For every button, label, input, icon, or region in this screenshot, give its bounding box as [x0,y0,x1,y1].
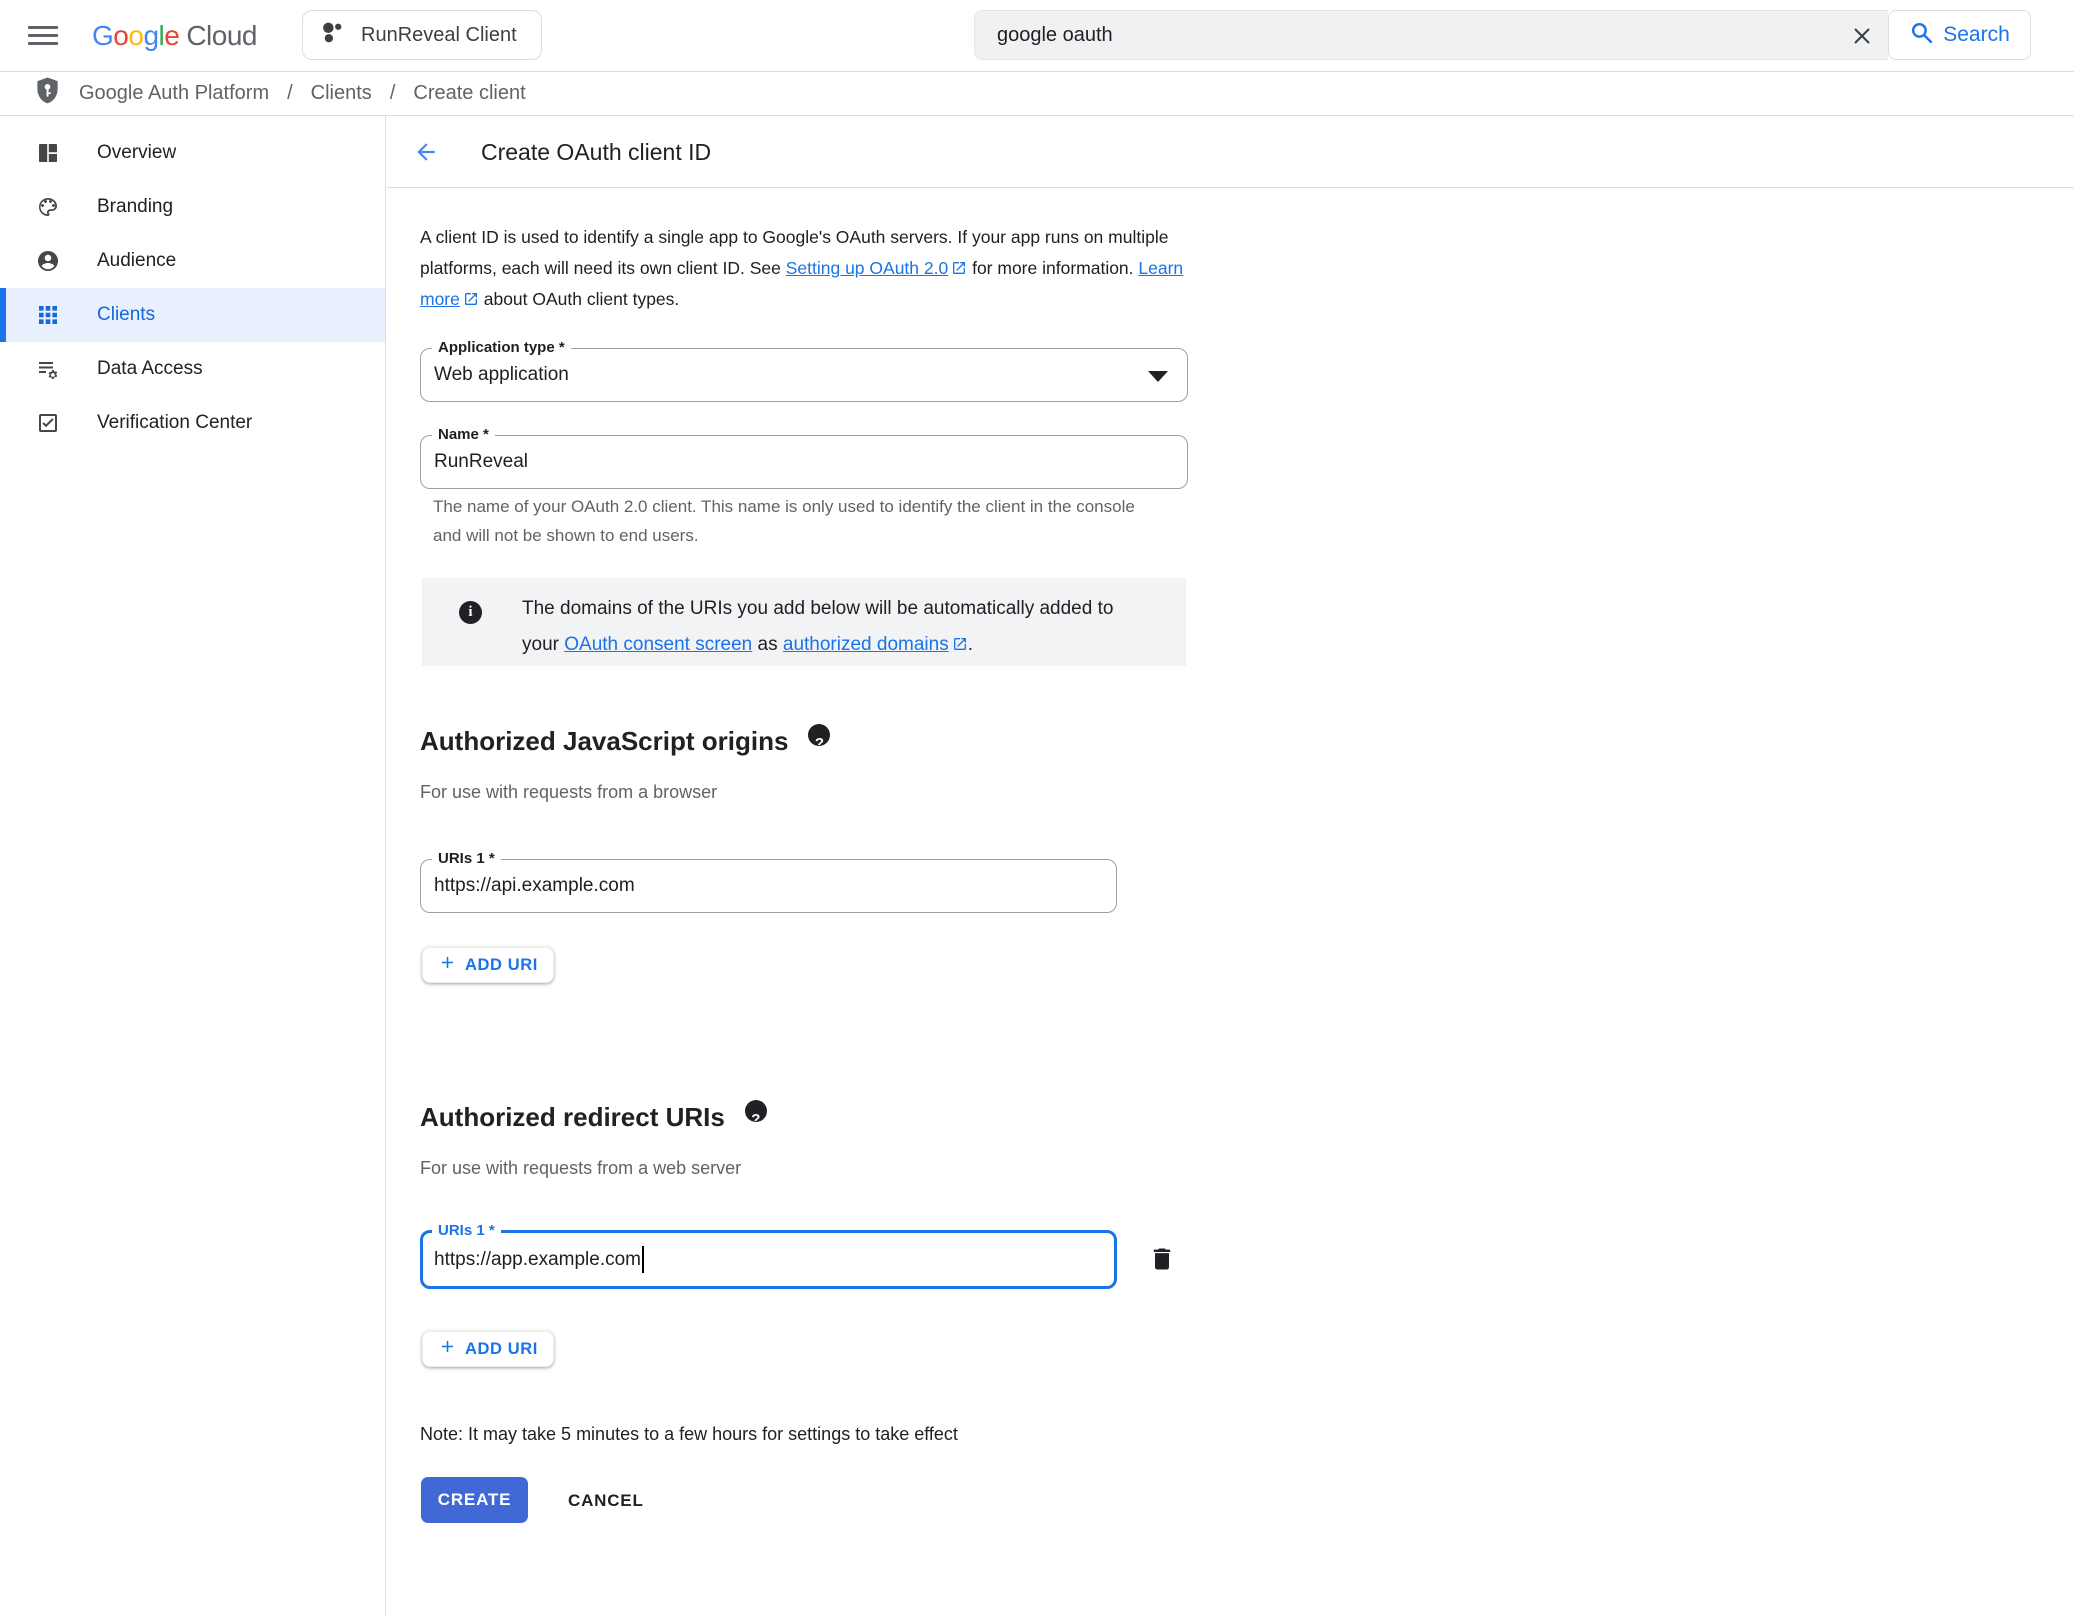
create-button[interactable]: CREATE [421,1477,528,1523]
breadcrumb-separator: / [390,82,396,105]
external-link-icon [951,255,967,271]
application-type-value: Web application [434,349,1147,401]
oauth-consent-screen-link[interactable]: OAuth consent screen [564,634,752,655]
auth-platform-shield-icon [34,76,61,111]
js-origins-heading: Authorized JavaScript origins [420,724,830,757]
sidebar-item-verification-center[interactable]: Verification Center [0,396,385,450]
dashboard-icon [36,141,60,165]
js-origins-uri-field: URIs 1 * [420,859,1117,913]
page-header: Create OAuth client ID [387,116,2074,188]
js-origins-uri-input[interactable] [421,860,1116,912]
logo-letter: G [92,20,113,51]
help-icon[interactable] [745,1100,767,1122]
logo-letter: o [128,20,143,51]
search-input[interactable] [975,11,1888,59]
search-button-label: Search [1943,23,2010,47]
hamburger-menu-icon[interactable] [28,26,58,46]
apps-grid-icon [36,303,60,327]
info-banner: The domains of the URIs you add below wi… [422,578,1186,666]
project-icon [320,20,345,50]
top-bar: GoogleCloud RunReveal Client Search [0,0,2074,72]
list-settings-icon [36,357,60,381]
intro-text: for more information. [967,258,1138,278]
sidebar-item-label: Overview [97,142,176,164]
sidebar-item-clients[interactable]: Clients [0,288,385,342]
breadcrumb-separator: / [287,82,293,105]
logo-cloud-text: Cloud [186,20,257,51]
info-text: as [752,634,783,655]
redirect-uri-field-focused[interactable]: URIs 1 * https://app.example.com [420,1230,1117,1289]
plus-icon [438,953,457,977]
external-link-icon [952,629,968,645]
breadcrumb-item-create-client: Create client [413,82,525,105]
project-selector-button[interactable]: RunReveal Client [302,10,542,60]
breadcrumb: Google Auth Platform / Clients / Create … [0,72,2074,116]
intro-paragraph: A client ID is used to identify a single… [420,222,1198,315]
authorized-domains-link[interactable]: authorized domains [783,634,949,655]
add-uri-button-redirects[interactable]: ADD URI [422,1331,554,1367]
search-bar: Search [974,10,2031,60]
name-helper-text: The name of your OAuth 2.0 client. This … [433,492,1163,550]
project-name: RunReveal Client [361,24,517,47]
js-origins-subtitle: For use with requests from a browser [420,782,717,803]
sidebar-item-overview[interactable]: Overview [0,126,385,180]
settings-note: Note: It may take 5 minutes to a few hou… [420,1424,958,1445]
redirect-uri-value: https://app.example.com [434,1249,641,1271]
page-title: Create OAuth client ID [481,116,711,188]
client-name-field: Name * [420,435,1188,489]
clear-search-icon[interactable] [1850,24,1874,48]
search-icon [1909,20,1934,50]
application-type-dropdown[interactable]: Application type * Web application [420,348,1188,402]
help-icon[interactable] [808,724,830,746]
logo-letter: g [143,20,158,51]
sidebar-item-label: Branding [97,196,173,218]
text-cursor [642,1246,644,1273]
plus-icon [438,1337,457,1361]
setting-up-oauth-link[interactable]: Setting up OAuth 2.0 [786,258,948,278]
sidebar-item-data-access[interactable]: Data Access [0,342,385,396]
section-heading-text: Authorized redirect URIs [420,1102,725,1132]
sidebar-item-label: Verification Center [97,412,252,434]
section-heading-text: Authorized JavaScript origins [420,726,788,756]
intro-text: about OAuth client types. [479,289,679,309]
search-input-wrap [974,10,1888,60]
external-link-icon [463,286,479,302]
add-uri-label: ADD URI [465,1340,538,1359]
logo-letter: e [164,20,179,51]
name-input[interactable] [421,436,1187,488]
sidebar-item-audience[interactable]: Audience [0,234,385,288]
sidebar-item-branding[interactable]: Branding [0,180,385,234]
delete-uri-trash-icon[interactable] [1148,1244,1176,1274]
redirect-uris-subtitle: For use with requests from a web server [420,1158,741,1179]
search-button[interactable]: Search [1888,10,2031,60]
chevron-down-icon [1148,371,1168,382]
main-content: A client ID is used to identify a single… [386,188,2074,1616]
cancel-button[interactable]: CANCEL [562,1477,650,1523]
logo-letter: o [113,20,128,51]
google-cloud-logo[interactable]: GoogleCloud [92,0,257,72]
back-arrow-icon[interactable] [413,139,439,165]
sidebar-item-label: Data Access [97,358,203,380]
sidebar-nav: Overview Branding Audience Clients Data … [0,116,386,1616]
sidebar-item-label: Audience [97,250,176,272]
sidebar-item-label: Clients [97,304,155,326]
breadcrumb-item-clients[interactable]: Clients [311,82,372,105]
checkbox-icon [36,411,60,435]
palette-icon [36,195,60,219]
info-text: . [968,634,973,655]
account-icon [36,249,60,273]
breadcrumb-item-auth-platform[interactable]: Google Auth Platform [79,82,269,105]
add-uri-label: ADD URI [465,956,538,975]
add-uri-button-origins[interactable]: ADD URI [422,947,554,983]
info-icon [459,601,482,624]
redirect-uris-heading: Authorized redirect URIs [420,1100,767,1133]
